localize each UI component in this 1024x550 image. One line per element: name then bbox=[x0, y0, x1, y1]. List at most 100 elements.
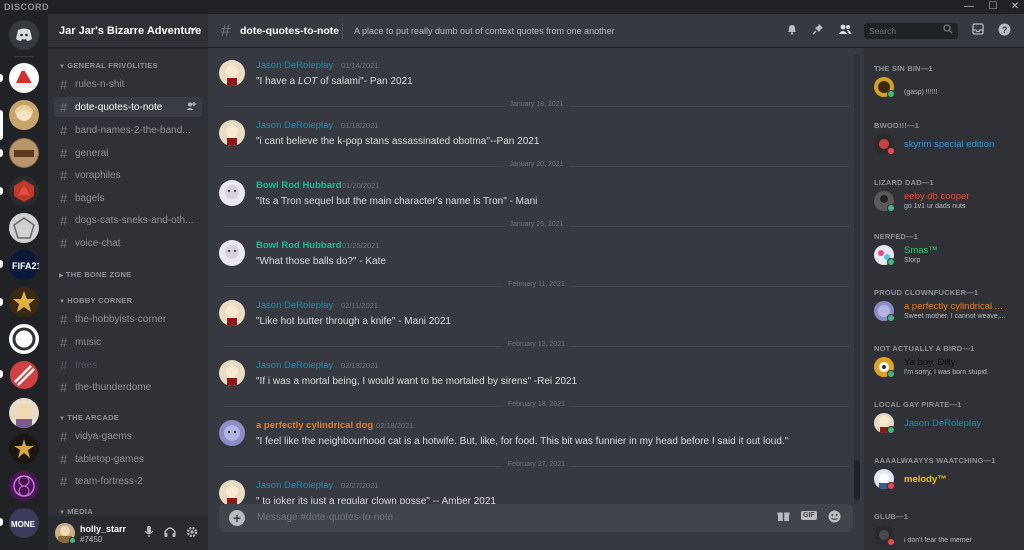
member-name: Jason DeRoleplay bbox=[904, 418, 982, 429]
avatar[interactable] bbox=[219, 420, 245, 446]
gift-icon[interactable] bbox=[777, 510, 790, 525]
message-text: "Like hot butter through a knife" - Mani… bbox=[256, 316, 451, 327]
message-author[interactable]: Bowl Rod Hubbard bbox=[256, 240, 342, 251]
help-icon[interactable]: ? bbox=[998, 23, 1011, 39]
search-input[interactable]: Search bbox=[864, 23, 958, 39]
message[interactable]: Jason DeRoleplay 01/14/2021 "I have a LO… bbox=[208, 60, 853, 100]
category-media[interactable]: ▼ MEDIA bbox=[59, 507, 93, 516]
server-icon-hamilton[interactable] bbox=[9, 434, 39, 464]
channel-music[interactable]: # music bbox=[54, 332, 202, 352]
server-icon-star-badge[interactable] bbox=[9, 287, 39, 317]
chevron-down-icon[interactable] bbox=[188, 24, 198, 37]
channel-trees[interactable]: # trees bbox=[54, 355, 202, 375]
minimize-button[interactable]: — bbox=[960, 0, 978, 14]
pin-icon[interactable] bbox=[812, 23, 824, 38]
server-icon-stripes[interactable] bbox=[9, 360, 39, 390]
settings-gear-icon[interactable] bbox=[186, 526, 198, 541]
member-item[interactable]: eeby db cooper go 1v1 ur dads nuts bbox=[874, 189, 1019, 215]
member-item[interactable]: i don't fear the memer bbox=[874, 523, 1019, 549]
server-icon-flower[interactable] bbox=[9, 471, 39, 501]
home-button[interactable] bbox=[9, 20, 39, 50]
server-icon-money[interactable]: MONE bbox=[9, 508, 39, 538]
bell-icon[interactable] bbox=[786, 23, 798, 38]
message[interactable]: Bowl Rod Hubbard 01/20/2021 "Its a Tron … bbox=[208, 180, 853, 220]
server-icon-triangle[interactable] bbox=[9, 213, 39, 243]
emoji-icon[interactable] bbox=[828, 510, 841, 526]
server-icon-circle[interactable] bbox=[9, 324, 39, 354]
channel-topic[interactable]: A place to put really dumb out of contex… bbox=[354, 26, 615, 36]
avatar[interactable] bbox=[219, 360, 245, 386]
scrollbar-track[interactable] bbox=[854, 54, 860, 504]
message-author[interactable]: Jason DeRoleplay bbox=[256, 60, 333, 71]
message-author[interactable]: Bowl Rod Hubbard bbox=[256, 180, 342, 191]
server-icon-character[interactable] bbox=[9, 398, 39, 428]
channel-the-thunderdome[interactable]: # the-thunderdome bbox=[54, 377, 202, 397]
channel-label: dote-quotes-to-note bbox=[75, 101, 163, 113]
member-item[interactable]: a perfectly cylindrical ... Sweet mother… bbox=[874, 299, 1019, 325]
server-icon-d20[interactable] bbox=[9, 176, 39, 206]
channel-bagels[interactable]: # bagels bbox=[54, 188, 202, 208]
microphone-icon[interactable] bbox=[144, 526, 154, 541]
avatar[interactable] bbox=[219, 480, 245, 506]
avatar[interactable] bbox=[219, 240, 245, 266]
server-icon-jarjar[interactable] bbox=[9, 100, 39, 130]
add-member-icon[interactable] bbox=[186, 101, 196, 113]
message[interactable]: Jason DeRoleplay 01/18/2021 "i cant beli… bbox=[208, 120, 853, 160]
channel-dote-quotes-to-note[interactable]: # dote-quotes-to-note bbox=[54, 97, 202, 117]
category-general-frivolities[interactable]: ▼ GENERAL FRIVOLITIES bbox=[59, 61, 158, 70]
avatar[interactable] bbox=[219, 120, 245, 146]
channel-voice-chat[interactable]: # voice-chat bbox=[54, 233, 202, 253]
guild-header[interactable]: Jar Jar's Bizarre Adventure bbox=[48, 14, 208, 48]
message[interactable]: Jason DeRoleplay 02/13/2021 "If i was a … bbox=[208, 360, 853, 400]
channel-general[interactable]: # general bbox=[54, 143, 202, 163]
message[interactable]: Jason DeRoleplay 02/11/2021 "Like hot bu… bbox=[208, 300, 853, 340]
server-icon-fifa21[interactable]: FIFA21 bbox=[9, 250, 39, 280]
channel-the-hobbyists-corner[interactable]: # the-hobbyists-corner bbox=[54, 309, 202, 329]
message[interactable]: a perfectly cylindrical dog 02/18/2021 "… bbox=[208, 420, 853, 460]
inbox-icon[interactable] bbox=[972, 23, 984, 38]
channel-voraphiles[interactable]: # voraphiles bbox=[54, 165, 202, 185]
channel-rules-n-shit[interactable]: # rules-n-shit bbox=[54, 74, 202, 94]
member-name: skyrim special edition bbox=[904, 139, 995, 150]
message-author[interactable]: Jason DeRoleplay bbox=[256, 300, 333, 311]
channel-band-names[interactable]: # band-names-2-the-band... bbox=[54, 120, 202, 140]
category-bone-zone[interactable]: ▶ THE BONE ZONE bbox=[59, 270, 132, 279]
message-composer[interactable]: + Message #dote-quotes-to-note GIF bbox=[219, 504, 853, 532]
avatar[interactable] bbox=[219, 300, 245, 326]
message-input[interactable]: Message #dote-quotes-to-note bbox=[257, 512, 393, 523]
channel-vidya-gaems[interactable]: # vidya-gaems bbox=[54, 426, 202, 446]
channel-dogs-cats[interactable]: # dogs-cats-sneks-and-oth... bbox=[54, 210, 202, 230]
message-timestamp: 02/18/2021 bbox=[376, 421, 414, 430]
member-item[interactable]: Ya boy, Dilly I'm sorry, I was born stup… bbox=[874, 355, 1019, 381]
member-status: Sweet mother, I cannot weave,... bbox=[904, 313, 1006, 320]
category-label: GENERAL FRIVOLITIES bbox=[67, 61, 158, 70]
message-author[interactable]: Jason DeRoleplay bbox=[256, 360, 333, 371]
upload-plus-icon[interactable]: + bbox=[229, 510, 245, 526]
server-icon-1[interactable] bbox=[9, 63, 39, 93]
message[interactable]: Bowl Rod Hubbard 01/25/2021 "What those … bbox=[208, 240, 853, 280]
close-button[interactable]: ✕ bbox=[1006, 0, 1024, 14]
member-item[interactable]: melody™ bbox=[874, 467, 1019, 493]
member-item[interactable]: (gasp) !!!!!! bbox=[874, 75, 1019, 101]
hash-icon: # bbox=[60, 311, 68, 327]
channel-team-fortress-2[interactable]: # team-fortress-2 bbox=[54, 471, 202, 491]
gif-button[interactable]: GIF bbox=[801, 511, 817, 520]
server-icon-lady-history[interactable] bbox=[9, 138, 39, 168]
category-the-arcade[interactable]: ▼ THE ARCADE bbox=[59, 413, 119, 422]
maximize-button[interactable]: ☐ bbox=[984, 0, 1002, 14]
member-list-icon[interactable] bbox=[838, 23, 852, 38]
headphones-icon[interactable] bbox=[164, 526, 176, 541]
category-hobby-corner[interactable]: ▼ HOBBY CORNER bbox=[59, 296, 132, 305]
member-item[interactable]: Jason DeRoleplay bbox=[874, 411, 1019, 437]
avatar[interactable] bbox=[219, 180, 245, 206]
member-item[interactable]: skyrim special edition bbox=[874, 132, 1019, 158]
member-item[interactable]: Smas™ Slorp bbox=[874, 243, 1019, 269]
member-name: eeby db cooper bbox=[904, 191, 970, 202]
message-author[interactable]: a perfectly cylindrical dog bbox=[256, 420, 373, 431]
message-author[interactable]: Jason DeRoleplay bbox=[256, 120, 333, 131]
message-author[interactable]: Jason DeRoleplay bbox=[256, 480, 333, 491]
channel-tabletop-games[interactable]: # tabletop-games bbox=[54, 449, 202, 469]
hash-icon: # bbox=[60, 99, 68, 115]
scrollbar-thumb[interactable] bbox=[854, 460, 860, 500]
avatar[interactable] bbox=[219, 60, 245, 86]
